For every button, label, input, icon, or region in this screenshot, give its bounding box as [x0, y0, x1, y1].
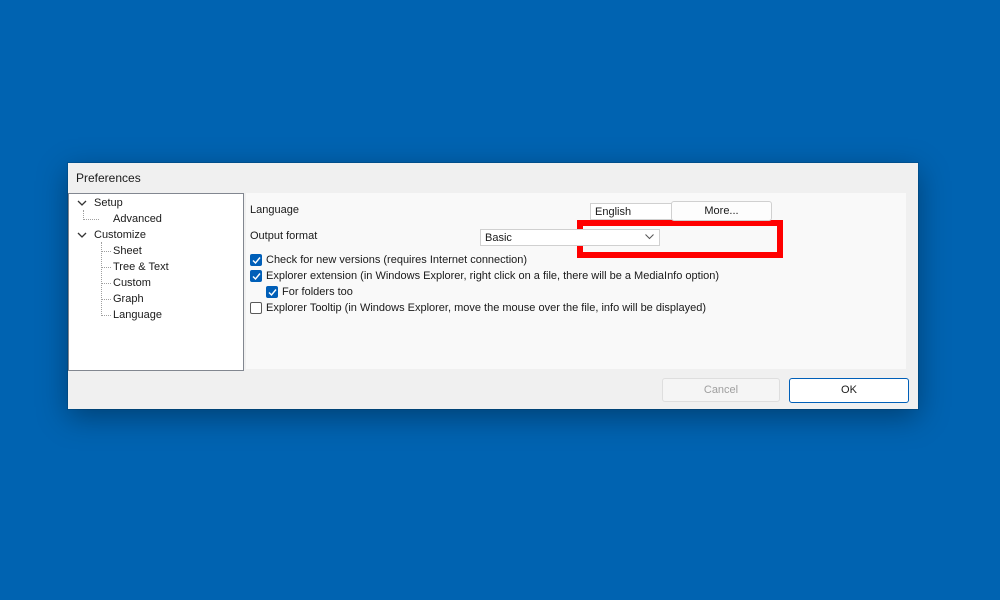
language-label: Language — [250, 204, 299, 216]
tree-item-tree-text[interactable]: Tree & Text — [113, 260, 169, 274]
cancel-button[interactable]: Cancel — [662, 378, 780, 402]
tree-item-graph[interactable]: Graph — [113, 292, 144, 306]
tree-connector — [101, 267, 111, 268]
tree-connector — [83, 219, 99, 220]
output-format-value: Basic — [485, 232, 512, 244]
chevron-down-icon — [645, 234, 654, 240]
check-versions-label[interactable]: Check for new versions (requires Interne… — [266, 254, 527, 266]
tree-item-language[interactable]: Language — [113, 308, 162, 322]
tree-connector — [101, 299, 111, 300]
check-versions-checkbox[interactable] — [250, 254, 262, 266]
preferences-dialog: Preferences Setup Advanced Customize She… — [68, 163, 918, 409]
dialog-title: Preferences — [76, 171, 141, 185]
more-button[interactable]: More... — [671, 201, 772, 221]
tree-item-advanced[interactable]: Advanced — [113, 212, 162, 226]
tree-item-sheet[interactable]: Sheet — [113, 244, 142, 258]
ok-button[interactable]: OK — [789, 378, 909, 403]
checkmark-icon — [268, 289, 277, 297]
tree-item-custom[interactable]: Custom — [113, 276, 151, 290]
folders-too-checkbox[interactable] — [266, 286, 278, 298]
explorer-tooltip-checkbox[interactable] — [250, 302, 262, 314]
tree-connector — [101, 283, 111, 284]
settings-panel: Language English More... Output format B… — [246, 193, 906, 369]
explorer-tooltip-label[interactable]: Explorer Tooltip (in Windows Explorer, m… — [266, 302, 706, 314]
tree-connector — [101, 315, 111, 316]
checkmark-icon — [252, 273, 261, 281]
language-select-value: English — [595, 206, 632, 218]
tree-item-setup[interactable]: Setup — [94, 196, 123, 210]
explorer-extension-checkbox[interactable] — [250, 270, 262, 282]
folders-too-label[interactable]: For folders too — [282, 286, 353, 298]
tree-connector — [101, 242, 102, 316]
tree-connector — [101, 251, 111, 252]
tree-item-customize[interactable]: Customize — [94, 228, 146, 242]
output-format-select[interactable]: Basic — [480, 229, 660, 246]
output-format-label: Output format — [250, 230, 318, 242]
checkmark-icon — [252, 257, 261, 265]
chevron-down-icon[interactable] — [77, 198, 87, 208]
preferences-tree[interactable]: Setup Advanced Customize Sheet Tree & Te… — [68, 193, 244, 371]
chevron-down-icon[interactable] — [77, 230, 87, 240]
explorer-extension-label[interactable]: Explorer extension (in Windows Explorer,… — [266, 270, 719, 282]
